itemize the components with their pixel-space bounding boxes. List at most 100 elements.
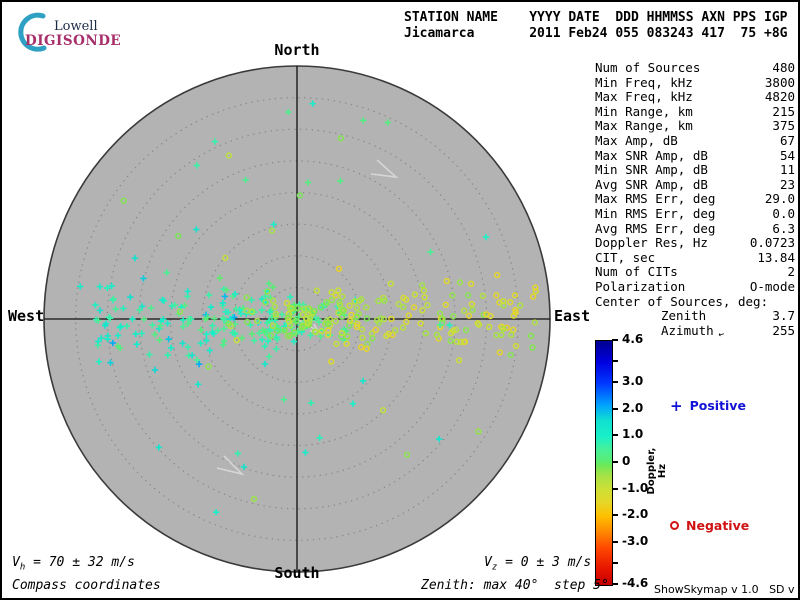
vertical-velocity-readout: Vz = 0 ± 3 m/s — [484, 555, 591, 573]
colorbar-tick — [612, 562, 618, 564]
stat-value: 29.0 — [765, 192, 795, 207]
azimuth-direction-icon: ↑ — [714, 329, 730, 339]
vh-symbol: V — [12, 555, 20, 570]
stat-label: Center of Sources, deg: — [595, 295, 768, 310]
stat-label: Num of Sources — [595, 61, 700, 76]
stat-row: Num of CITs 2 — [595, 265, 795, 280]
stat-value: O-mode — [750, 280, 795, 295]
stat-value: 6.3 — [772, 222, 795, 237]
stat-value: 2 — [787, 265, 795, 280]
ring-marker-icon — [670, 521, 679, 530]
colorbar-tick-label: -3.0 — [622, 534, 648, 548]
zenith-scale-note: Zenith: max 40° step 5° — [421, 578, 609, 593]
stat-value: 0.0723 — [750, 236, 795, 251]
stat-row: Polarization O-mode — [595, 280, 795, 295]
colorbar-tick — [612, 339, 618, 341]
stat-value: 23 — [780, 178, 795, 193]
stat-row: Doppler Res, Hz 0.0723 — [595, 236, 795, 251]
stat-label: Avg RMS Err, deg — [595, 222, 715, 237]
header-column-titles: STATION NAME YYYY DATE DDD HHMMSS AXN PP… — [404, 10, 788, 25]
stat-value: 4820 — [765, 90, 795, 105]
stat-label: Doppler Res, Hz — [595, 236, 708, 251]
stat-row: Avg RMS Err, deg 6.3 — [595, 222, 795, 237]
doppler-colorbar — [595, 340, 613, 586]
stat-label: Max SNR Amp, dB — [595, 149, 708, 164]
stat-row: Max SNR Amp, dB 54 — [595, 149, 795, 164]
stat-value: 54 — [780, 149, 795, 164]
stat-label: Max RMS Err, deg — [595, 192, 715, 207]
colorbar-tick-label: -2.0 — [622, 507, 648, 521]
stat-row: CIT, sec 13.84 — [595, 251, 795, 266]
compass-label-south: South — [274, 564, 319, 582]
stat-label: Min SNR Amp, dB — [595, 163, 708, 178]
stat-label: Avg SNR Amp, dB — [595, 178, 708, 193]
stat-label: Min Range, km — [595, 105, 693, 120]
stat-value: 0.0 — [772, 207, 795, 222]
compass-label-north: North — [274, 41, 319, 59]
stat-value: 13.84 — [757, 251, 795, 266]
legend-negative-label: Negative — [686, 518, 749, 533]
stat-row: Min RMS Err, deg 0.0 — [595, 207, 795, 222]
stat-label: Max Freq, kHz — [595, 90, 693, 105]
horizontal-velocity-readout: Vh = 70 ± 32 m/s — [12, 555, 135, 573]
stat-row: Min Freq, kHz 3800 — [595, 76, 795, 91]
legend-positive-label: Positive — [690, 398, 746, 413]
digisonde-logo: Lowell DIGISONDE — [8, 6, 128, 54]
stat-row: Max Range, km375 — [595, 119, 795, 134]
stat-row: Min SNR Amp, dB 11 — [595, 163, 795, 178]
plus-marker-icon: + — [670, 401, 683, 411]
colorbar-tick — [612, 381, 618, 383]
stat-value: 67 — [780, 134, 795, 149]
stat-row: Avg SNR Amp, dB 23 — [595, 178, 795, 193]
stat-row: Center of Sources, deg: — [595, 295, 795, 310]
colorbar-tick — [612, 583, 618, 585]
stat-label: Zenith — [595, 309, 706, 324]
stat-label: Max Amp, dB — [595, 134, 678, 149]
stat-label: Min RMS Err, deg — [595, 207, 715, 222]
stat-row: Max Amp, dB 67 — [595, 134, 795, 149]
colorbar-tick — [612, 360, 618, 362]
stat-value: 3800 — [765, 76, 795, 91]
legend-negative: Negative — [670, 518, 749, 533]
stat-label: Min Freq, kHz — [595, 76, 693, 91]
colorbar-tick — [612, 408, 618, 410]
software-version-text: ShowSkymap v 1.0 SD v 4.2 — [654, 583, 800, 596]
vz-symbol: V — [484, 555, 492, 570]
stat-value: 215 — [772, 105, 795, 120]
stat-label: Azimuth↑ — [595, 324, 726, 341]
colorbar-tick — [612, 434, 618, 436]
stat-row: Max RMS Err, deg 29.0 — [595, 192, 795, 207]
stat-label: Num of CITs — [595, 265, 678, 280]
coordinate-system-note: Compass coordinates — [12, 578, 161, 593]
stat-label: Polarization — [595, 280, 685, 295]
vz-value: = 0 ± 3 m/s — [497, 555, 591, 570]
colorbar-tick-label: 2.0 — [622, 401, 643, 415]
header-station-values: Jicamarca 2011 Feb24 055 083243 417 75 +… — [404, 26, 788, 41]
stat-row: Num of Sources 480 — [595, 61, 795, 76]
compass-label-west: West — [8, 307, 44, 325]
stat-value: 375 — [772, 119, 795, 134]
stat-value: 480 — [772, 61, 795, 76]
colorbar-tick — [612, 541, 618, 543]
colorbar-tick — [612, 488, 618, 490]
colorbar-tick-label: 1.0 — [622, 427, 643, 441]
colorbar-tick-label: -1.0 — [622, 481, 648, 495]
colorbar-tick-label: -4.6 — [622, 576, 648, 590]
stat-label: CIT, sec — [595, 251, 655, 266]
colorbar-title: Doppler, Hz — [646, 441, 668, 501]
colorbar-tick-label: 0 — [622, 454, 630, 468]
compass-label-east: East — [554, 307, 590, 325]
stat-row: Max Freq, kHz 4820 — [595, 90, 795, 105]
colorbar-tick-label: 3.0 — [622, 374, 643, 388]
skymap-window: Lowell DIGISONDE STATION NAME YYYY DATE … — [0, 0, 800, 600]
stat-row: Zenith 3.7 — [595, 309, 795, 324]
stat-value: 11 — [780, 163, 795, 178]
vh-value: = 70 ± 32 m/s — [25, 555, 135, 570]
colorbar-tick — [612, 461, 618, 463]
stat-value: 3.7 — [772, 309, 795, 324]
legend-positive: + Positive — [670, 398, 746, 413]
stat-value: 255 — [772, 324, 795, 341]
logo-lowell-text: Lowell — [54, 19, 98, 34]
stats-panel: Num of Sources480Min Freq, kHz3800Max Fr… — [595, 61, 795, 340]
colorbar-tick-label: 4.6 — [622, 332, 643, 346]
